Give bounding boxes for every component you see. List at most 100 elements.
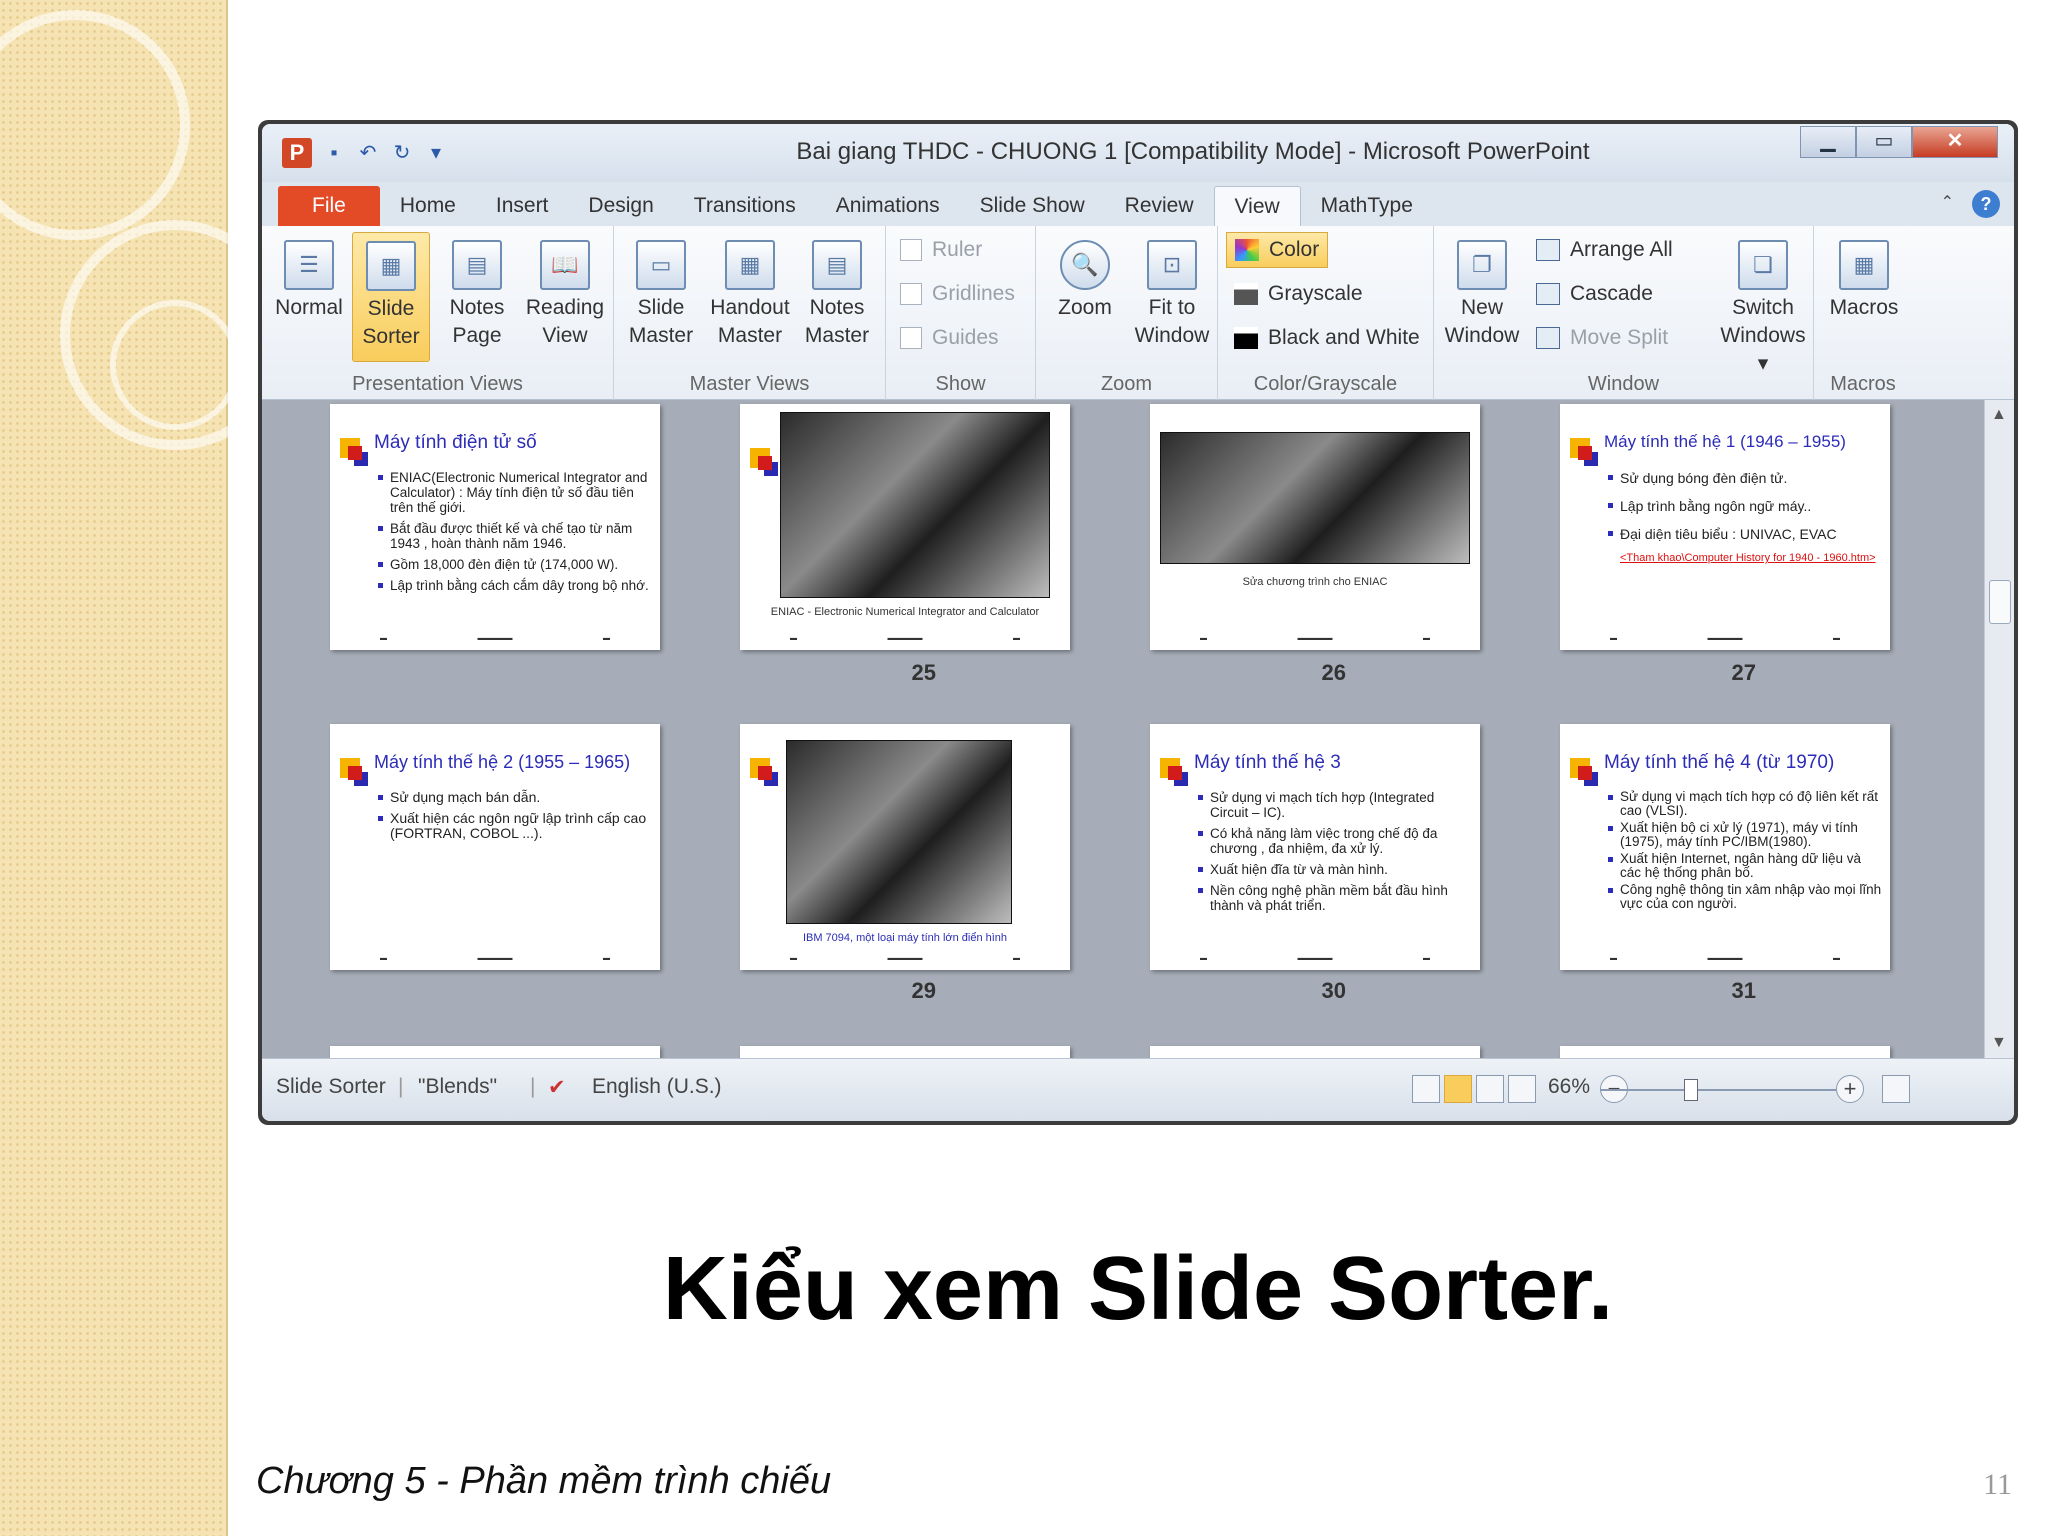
tab-transitions[interactable]: Transitions — [674, 186, 816, 226]
help-icon[interactable]: ? — [1972, 190, 2000, 218]
new-window-button[interactable]: ❐ New Window — [1440, 232, 1524, 362]
close-icon[interactable]: ✕ — [1912, 126, 1998, 158]
gridlines-checkbox[interactable]: Gridlines — [900, 276, 1015, 312]
zoom-in-icon[interactable]: + — [1836, 1075, 1864, 1103]
slide-thumbnail-31[interactable]: Máy tính thế hệ 3 Sử dụng vi mạch tích h… — [1150, 724, 1480, 970]
slide-sorter-pane: Máy tính điện tử số ENIAC(Electronic Num… — [262, 400, 1984, 1058]
maximize-icon[interactable]: ▭ — [1856, 126, 1912, 158]
black-and-white-button[interactable]: Black and White — [1234, 320, 1420, 356]
slide-bullet-logo-icon — [750, 448, 772, 470]
slide-sorter-button[interactable]: ▦ Slide Sorter — [352, 232, 430, 362]
tab-insert[interactable]: Insert — [476, 186, 569, 226]
slide-thumbnail-partial[interactable] — [330, 1046, 660, 1058]
slide-bullet-logo-icon — [340, 758, 362, 780]
slide-bullets: ENIAC(Electronic Numerical Integrator an… — [378, 470, 652, 599]
slide-thumbnail-27[interactable]: Sửa chương trình cho ENIAC ▬ ▬▬▬▬▬ ▬ — [1150, 404, 1480, 650]
scrollbar-thumb[interactable] — [1989, 580, 2011, 624]
status-theme-name[interactable]: "Blends" — [418, 1075, 497, 1099]
slide-footer: ▬ ▬▬▬▬▬ ▬ — [790, 635, 1020, 642]
notes-page-icon: ▤ — [452, 240, 502, 290]
zoom-slider-track[interactable] — [1600, 1089, 1836, 1091]
slide-bullet-logo-icon — [1570, 438, 1592, 460]
reading-view-status-icon[interactable] — [1476, 1075, 1504, 1103]
cascade-icon — [1536, 283, 1560, 305]
cascade-button[interactable]: Cascade — [1536, 276, 1653, 312]
minimize-ribbon-icon[interactable]: ⌃ — [1941, 192, 1954, 212]
handout-master-button[interactable]: ▦ Handout Master — [706, 232, 794, 362]
slide-thumbnail-28[interactable]: Máy tính thế hệ 1 (1946 – 1955) Sử dụng … — [1560, 404, 1890, 650]
guides-checkbox[interactable]: Guides — [900, 320, 999, 356]
vertical-scrollbar[interactable]: ▲ ▼ — [1984, 400, 2014, 1058]
normal-view-button[interactable]: ☰ Normal — [270, 232, 348, 362]
notes-master-button[interactable]: ▤ Notes Master — [798, 232, 876, 362]
page-number: 11 — [1983, 1468, 2012, 1501]
move-split-button[interactable]: Move Split — [1536, 320, 1668, 356]
tab-view[interactable]: View — [1213, 186, 1301, 226]
group-presentation-views: ☰ Normal ▦ Slide Sorter ▤ Notes Page 📖 Readi… — [262, 226, 614, 400]
ruler-checkbox[interactable]: Ruler — [900, 232, 982, 268]
macros-button[interactable]: ▦ Macros — [1822, 232, 1906, 362]
switch-windows-button[interactable]: ❏ Switch Windows ▾ — [1716, 232, 1810, 375]
slide-thumbnail-30[interactable]: IBM 7094, một loại máy tính lớn điển hìn… — [740, 724, 1070, 970]
fit-slide-to-window-icon[interactable] — [1882, 1075, 1910, 1103]
scroll-down-icon[interactable]: ▼ — [1991, 1034, 2007, 1052]
zoom-slider-knob[interactable] — [1684, 1079, 1698, 1101]
reading-view-icon: 📖 — [540, 240, 590, 290]
zoom-button[interactable]: 🔍 Zoom — [1044, 232, 1126, 362]
slide-sorter-status-icon[interactable] — [1444, 1075, 1472, 1103]
slide-number: 27 — [1731, 660, 1756, 685]
tab-home[interactable]: Home — [380, 186, 476, 226]
group-macros: ▦ Macros Macros — [1814, 226, 1912, 400]
handout-master-icon: ▦ — [725, 240, 775, 290]
decorative-ring — [110, 300, 240, 430]
checkbox-icon — [900, 327, 922, 349]
slide-bullet-logo-icon — [750, 758, 772, 780]
arrange-all-button[interactable]: Arrange All — [1536, 232, 1673, 268]
grayscale-button[interactable]: Grayscale — [1234, 276, 1363, 312]
color-icon — [1235, 239, 1259, 261]
slide-bullets: Sử dụng mạch bán dẫn. Xuất hiện các ngôn… — [378, 790, 652, 847]
zoom-level[interactable]: 66% — [1548, 1075, 1590, 1099]
slide-thumbnail-partial[interactable] — [1560, 1046, 1890, 1058]
notes-page-button[interactable]: ▤ Notes Page — [438, 232, 516, 362]
checkbox-icon — [900, 239, 922, 261]
slide-thumbnail-partial[interactable] — [1150, 1046, 1480, 1058]
spell-check-icon[interactable]: ✔ — [548, 1075, 566, 1100]
slide-thumbnail-32[interactable]: Máy tính thế hệ 4 (từ 1970) Sử dụng vi m… — [1560, 724, 1890, 970]
tab-animations[interactable]: Animations — [816, 186, 960, 226]
slide-hyperlink: <Tham khao\Computer History for 1940 - 1… — [1620, 552, 1876, 564]
powerpoint-screenshot: P ▪ ↶ ↻ ▾ Bai giang THDC - CHUONG 1 [Com… — [258, 120, 2018, 1125]
status-language[interactable]: English (U.S.) — [592, 1075, 722, 1099]
status-view-name: Slide Sorter — [276, 1075, 386, 1098]
tab-slide-show[interactable]: Slide Show — [960, 186, 1105, 226]
normal-view-status-icon[interactable] — [1412, 1075, 1440, 1103]
slide-bullets: Sử dụng vi mạch tích hợp (Integrated Cir… — [1198, 790, 1472, 919]
slide-thumbnail-26[interactable]: ENIAC - Electronic Numerical Integrator … — [740, 404, 1070, 650]
slide-master-button[interactable]: ▭ Slide Master — [622, 232, 700, 362]
group-show: Ruler Gridlines Guides Show — [886, 226, 1036, 400]
minimize-icon[interactable]: ▁ — [1800, 126, 1856, 158]
slide-thumbnail-25[interactable]: Máy tính điện tử số ENIAC(Electronic Num… — [330, 404, 660, 650]
eniac-photo — [780, 412, 1050, 598]
tab-mathtype[interactable]: MathType — [1301, 186, 1433, 226]
slide-bullet-logo-icon — [1160, 758, 1182, 780]
slide-footer-text: Chương 5 - Phần mềm trình chiếu — [256, 1460, 832, 1502]
tab-design[interactable]: Design — [568, 186, 673, 226]
fit-to-window-button[interactable]: ⊡ Fit to Window — [1130, 232, 1214, 362]
slide-sorter-icon: ▦ — [366, 241, 416, 291]
tab-file[interactable]: File — [278, 186, 380, 226]
scroll-up-icon[interactable]: ▲ — [1991, 406, 2007, 424]
powerpoint-window: P ▪ ↶ ↻ ▾ Bai giang THDC - CHUONG 1 [Com… — [262, 124, 2014, 1121]
switch-windows-icon: ❏ — [1738, 240, 1788, 290]
reading-view-button[interactable]: 📖 Reading View — [522, 232, 608, 362]
color-button[interactable]: Color — [1226, 232, 1329, 268]
slide-show-status-icon[interactable] — [1508, 1075, 1536, 1103]
group-zoom: 🔍 Zoom ⊡ Fit to Window Zoom — [1036, 226, 1218, 400]
slide-thumbnail-partial[interactable] — [740, 1046, 1070, 1058]
slide-thumbnail-29[interactable]: Máy tính thế hệ 2 (1955 – 1965) Sử dụng … — [330, 724, 660, 970]
notes-master-icon: ▤ — [812, 240, 862, 290]
new-window-icon: ❐ — [1457, 240, 1507, 290]
window-controls: ▁ ▭ ✕ — [1800, 126, 1998, 158]
title-bar: P ▪ ↶ ↻ ▾ Bai giang THDC - CHUONG 1 [Com… — [262, 124, 2014, 182]
tab-review[interactable]: Review — [1105, 186, 1214, 226]
